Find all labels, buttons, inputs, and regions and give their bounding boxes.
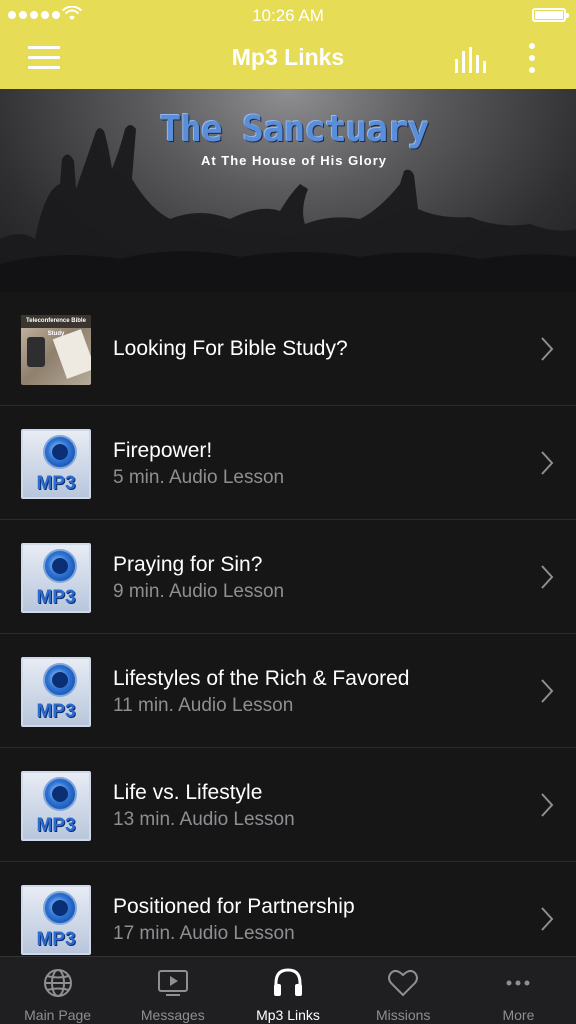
chevron-right-icon — [541, 565, 554, 589]
list-item[interactable]: Teleconference Bible Study Looking For B… — [0, 292, 576, 406]
bible-study-thumbnail: Teleconference Bible Study — [21, 315, 91, 385]
tab-label: More — [502, 1007, 535, 1023]
header-banner: The Sanctuary At The House of His Glory — [0, 89, 576, 292]
thumbnail-label: Teleconference Bible Study — [21, 315, 91, 337]
more-icon — [506, 980, 530, 986]
globe-icon — [43, 969, 72, 997]
tab-main-page[interactable]: Main Page — [0, 957, 115, 1024]
list-item[interactable]: MP3 Praying for Sin? 9 min. Audio Lesson — [0, 520, 576, 634]
heart-icon — [388, 969, 419, 997]
more-options-button[interactable] — [526, 43, 538, 75]
tab-label: Messages — [140, 1007, 205, 1023]
tab-mp3-links[interactable]: Mp3 Links — [230, 957, 345, 1024]
list-item-title: Firepower! — [113, 439, 213, 462]
book-image — [52, 329, 91, 379]
tab-more[interactable]: More — [461, 957, 576, 1024]
mp3-thumbnail: MP3 — [21, 657, 91, 727]
tab-messages[interactable]: Messages — [115, 957, 230, 1024]
mp3-thumbnail: MP3 — [21, 543, 91, 613]
mp3-label: MP3 — [36, 587, 76, 608]
list-item-subtitle: 5 min. Audio Lesson — [113, 467, 285, 488]
status-time: 10:26 AM — [252, 6, 324, 25]
mp3-label: MP3 — [36, 815, 76, 836]
tab-bar: Main Page Messages Mp3 Links Missions Mo… — [0, 956, 576, 1024]
mp3-thumbnail: MP3 — [21, 771, 91, 841]
tab-label: Mp3 Links — [256, 1007, 320, 1023]
list-item-title: Positioned for Partnership — [113, 895, 355, 918]
mp3-label: MP3 — [36, 929, 76, 950]
list-item-subtitle: 11 min. Audio Lesson — [113, 695, 294, 716]
phone-image — [27, 337, 45, 367]
banner-title: The Sanctuary — [159, 109, 430, 150]
list-item[interactable]: MP3 Lifestyles of the Rich & Favored 11 … — [0, 634, 576, 748]
list-item-subtitle: 17 min. Audio Lesson — [113, 923, 295, 944]
equalizer-icon[interactable] — [453, 45, 489, 73]
list-item-subtitle: 9 min. Audio Lesson — [113, 581, 285, 602]
headphones-icon — [274, 968, 302, 996]
tab-label: Main Page — [24, 1007, 92, 1023]
list-item-subtitle: 13 min. Audio Lesson — [113, 809, 295, 830]
chevron-right-icon — [541, 907, 554, 931]
page-title: Mp3 Links — [231, 44, 345, 70]
list-item-title: Life vs. Lifestyle — [113, 781, 263, 804]
list-item-title: Praying for Sin? — [113, 553, 263, 576]
chevron-right-icon — [541, 451, 554, 475]
list-item-title: Lifestyles of the Rich & Favored — [113, 667, 410, 690]
tab-missions[interactable]: Missions — [346, 957, 461, 1024]
mp3-thumbnail: MP3 — [21, 885, 91, 955]
banner-subtitle: At The House of His Glory — [200, 153, 388, 168]
chevron-right-icon — [541, 679, 554, 703]
battery-icon — [532, 8, 569, 22]
list-item[interactable]: MP3 Life vs. Lifestyle 13 min. Audio Les… — [0, 748, 576, 862]
mp3-label: MP3 — [36, 473, 76, 494]
list-item[interactable]: MP3 Firepower! 5 min. Audio Lesson — [0, 406, 576, 520]
video-icon — [157, 970, 188, 996]
mp3-thumbnail: MP3 — [21, 429, 91, 499]
list-item-title: Looking For Bible Study? — [113, 337, 348, 360]
mp3-list: Teleconference Bible Study Looking For B… — [0, 292, 576, 976]
chevron-right-icon — [541, 793, 554, 817]
tab-label: Missions — [375, 1007, 431, 1023]
chevron-right-icon — [541, 337, 554, 361]
mp3-label: MP3 — [36, 701, 76, 722]
top-bar: 10:26 AM Mp3 Links — [0, 0, 576, 89]
status-bar: 10:26 AM — [0, 0, 576, 30]
